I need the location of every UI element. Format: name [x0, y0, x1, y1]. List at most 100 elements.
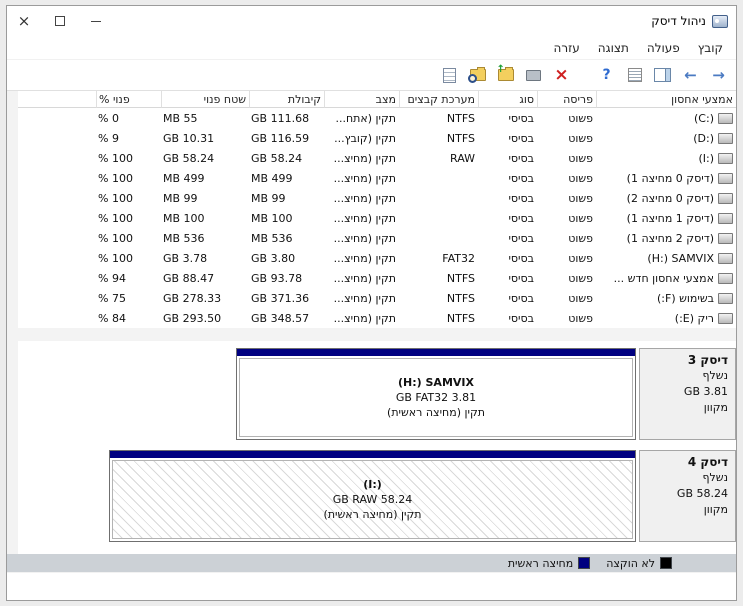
volume-name: אמצעי אחסון חדש ... [613, 271, 714, 285]
filler-cell [18, 108, 96, 128]
properties-button[interactable] [438, 64, 461, 87]
menu-help[interactable]: עזרה [545, 38, 589, 58]
capacity-cell: 371.36 GB [251, 292, 310, 305]
table-row[interactable]: אמצעי אחסון חדש ... פשוט בסיסי NTFS תקין… [18, 268, 736, 288]
layout-cell: פשוט [568, 212, 593, 225]
menu-action[interactable]: פעולה [638, 38, 689, 58]
vertical-scrollbar[interactable] [7, 91, 18, 341]
back-button[interactable]: → [707, 64, 730, 87]
status-cell: תקין (מחיצ... [333, 232, 396, 245]
legend-label: מחיצה ראשית [507, 556, 574, 570]
delete-volume-button[interactable]: × [550, 64, 573, 87]
partition-body: (I:) 58.24 GB RAW תקין (מחיצה ראשית) [110, 458, 635, 541]
disk-3-partition-block[interactable]: (H:) SAMVIX 3.81 GB FAT32 תקין (מחיצה רא… [236, 348, 636, 440]
table-row[interactable]: ריק (E:) פשוט בסיסי NTFS תקין (מחיצ... 3… [18, 308, 736, 328]
explore-folder-icon [467, 67, 486, 83]
filesystem-cell [399, 168, 478, 188]
table-row[interactable]: (H:) SAMVIX פשוט בסיסי FAT32 תקין (מחיצ.… [18, 248, 736, 268]
status-cell: תקין (מחיצ... [333, 172, 396, 185]
freespace-cell: 293.50 GB [163, 312, 222, 325]
volume-name: (דיסק 1 מחיצה 1) [626, 211, 714, 225]
partition-info: (I:) 58.24 GB RAW תקין (מחיצה ראשית) [112, 460, 633, 539]
type-cell: בסיסי [508, 132, 534, 145]
freespace-cell: 88.47 GB [163, 272, 215, 285]
column-header-capacity[interactable]: קיבולת [249, 91, 324, 108]
layout-cell: פשוט [568, 252, 593, 265]
table-row[interactable]: (I:) פשוט בסיסי RAW תקין (מחיצ... 58.24 … [18, 148, 736, 168]
graph-vertical-scrollbar[interactable] [7, 341, 18, 554]
drive-icon [718, 192, 733, 204]
column-header-layout[interactable]: פריסה [537, 91, 596, 108]
column-header-filesystem[interactable]: מערכת קבצים [399, 91, 478, 108]
window-title: ניהול דיסק [651, 14, 706, 28]
filler-cell [18, 188, 96, 208]
layout-cell: פשוט [568, 312, 593, 325]
volume-name-cell: (I:) [596, 148, 736, 168]
volume-name-cell: (דיסק 0 מחיצה 1) [596, 168, 736, 188]
volume-name-cell: בשימוש (F:) [596, 288, 736, 308]
volume-name-cell: ריק (E:) [596, 308, 736, 328]
filesystem-cell: NTFS [446, 272, 475, 285]
column-header-freepct[interactable]: % פנוי [96, 91, 161, 108]
partition-status: תקין (מחיצה ראשית) [387, 406, 485, 419]
open-button[interactable] [494, 64, 517, 87]
column-header-status[interactable]: מצב [324, 91, 399, 108]
disk-3-label-panel[interactable]: דיסק 3 נשלף 3.81 GB מקוון [639, 348, 736, 440]
disk-size: 58.24 GB [676, 487, 728, 500]
menu-bar: קובץ פעולה תצוגה עזרה [7, 36, 736, 60]
minimize-button[interactable] [89, 14, 103, 28]
help-button[interactable]: ? [595, 64, 618, 87]
volume-name: בשימוש (F:) [657, 291, 714, 305]
volume-name-cell: (דיסק 2 מחיצה 1) [596, 228, 736, 248]
type-cell: בסיסי [508, 252, 534, 265]
filler-cell [18, 208, 96, 228]
layout-cell: פשוט [568, 192, 593, 205]
disk-kind: נשלף [702, 369, 729, 382]
disk-status: מקוון [703, 503, 728, 516]
volume-name: (דיסק 2 מחיצה 1) [626, 231, 714, 245]
table-row[interactable]: בשימוש (F:) פשוט בסיסי NTFS תקין (מחיצ..… [18, 288, 736, 308]
disk-4-label-panel[interactable]: דיסק 4 נשלף 58.24 GB מקוון [639, 450, 736, 542]
table-row[interactable]: (דיסק 0 מחיצה 2) פשוט בסיסי תקין (מחיצ..… [18, 188, 736, 208]
freepct-cell: 75 % [98, 292, 126, 305]
drive-icon [718, 212, 733, 224]
disk-4-partition-block[interactable]: (I:) 58.24 GB RAW תקין (מחיצה ראשית) [109, 450, 636, 542]
freespace-cell: 55 MB [163, 112, 198, 125]
table-row[interactable]: (דיסק 2 מחיצה 1) פשוט בסיסי תקין (מחיצ..… [18, 228, 736, 248]
column-header-volume[interactable]: אמצעי אחסון [596, 91, 736, 108]
table-row[interactable]: (D:) פשוט בסיסי NTFS תקין (קובץ... 116.5… [18, 128, 736, 148]
close-button[interactable]: × [17, 14, 31, 29]
menu-file[interactable]: קובץ [689, 38, 732, 58]
restore-button[interactable] [53, 14, 67, 28]
table-row[interactable]: (C:) פשוט בסיסי NTFS תקין (אתח... 111.68… [18, 108, 736, 128]
type-cell: בסיסי [508, 212, 534, 225]
freepct-cell: 94 % [98, 272, 126, 285]
disk-name: דיסק 4 [687, 455, 728, 469]
horizontal-scrollbar[interactable] [18, 328, 736, 341]
volume-name: ריק (E:) [674, 311, 714, 325]
forward-button[interactable]: ← [679, 64, 702, 87]
freespace-cell: 499 MB [163, 172, 205, 185]
table-row[interactable]: (דיסק 0 מחיצה 1) פשוט בסיסי תקין (מחיצ..… [18, 168, 736, 188]
filesystem-cell: FAT32 [442, 252, 475, 265]
column-header-freespace[interactable]: שטח פנוי [161, 91, 249, 108]
explore-button[interactable] [466, 64, 489, 87]
layout-cell: פשוט [568, 112, 593, 125]
disk-name: דיסק 3 [687, 353, 728, 367]
disk-3-row: דיסק 3 נשלף 3.81 GB מקוון (H:) SAMVIX 3.… [7, 348, 736, 440]
legend-item-primary-partition: מחיצה ראשית [507, 556, 591, 570]
menu-view[interactable]: תצוגה [589, 38, 638, 58]
volume-name-cell: אמצעי אחסון חדש ... [596, 268, 736, 288]
properties-dialog-icon [443, 67, 456, 83]
format-button[interactable] [522, 64, 545, 87]
layout-cell: פשוט [568, 232, 593, 245]
export-list-button[interactable] [623, 64, 646, 87]
filesystem-cell [399, 188, 478, 208]
open-folder-icon [497, 64, 514, 81]
column-header-type[interactable]: סוג [478, 91, 537, 108]
type-cell: בסיסי [508, 232, 534, 245]
show-console-tree-button[interactable] [651, 64, 674, 87]
partition-title: (H:) SAMVIX [398, 376, 474, 389]
type-cell: בסיסי [508, 112, 534, 125]
table-row[interactable]: (דיסק 1 מחיצה 1) פשוט בסיסי תקין (מחיצ..… [18, 208, 736, 228]
